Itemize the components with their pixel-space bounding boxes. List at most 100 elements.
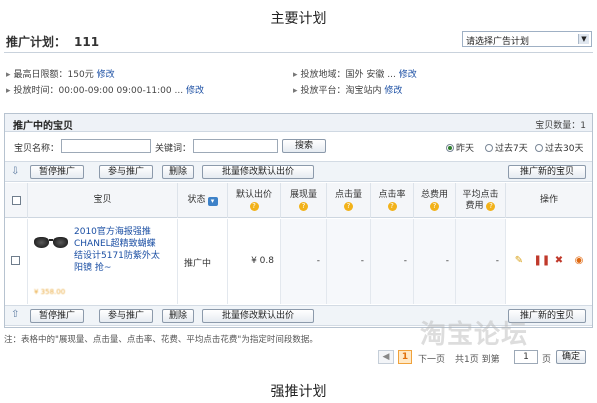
time-text: 投放时间：00:00-09:00 09:00-11:00 ... <box>13 86 184 96</box>
impressions-value: - <box>316 256 320 266</box>
bullet-icon: ▸ <box>6 86 11 96</box>
item-price: ¥ 358.00 <box>34 288 66 296</box>
pagination: ◀ 1 下一页 共1页 到第 1 页 确定 <box>378 350 590 366</box>
ctr-value: - <box>403 256 407 266</box>
sort-icon[interactable]: ▾ <box>207 197 218 206</box>
region-text: 投放地域：国外 安徽 ... <box>300 70 396 80</box>
help-icon[interactable]: ? <box>430 202 439 211</box>
bid-value[interactable]: ¥ 0.8 <box>228 256 274 266</box>
total-pages-text: 共1页 到第 <box>455 355 500 365</box>
header-ctr-label: 点击率 <box>378 190 406 200</box>
range-label: 过去30天 <box>545 144 584 154</box>
help-icon[interactable]: ? <box>299 202 308 211</box>
plan-select-value: 请选择广告计划 <box>466 37 530 47</box>
action-bar-top: ⇩ 暂停推广 参与推广 删除 批量修改默认出价 推广新的宝贝 <box>5 161 592 182</box>
range-yesterday[interactable]: 昨天 <box>446 141 474 154</box>
panel-title: 推广中的宝贝 <box>13 121 73 132</box>
daily-limit-info: ▸ 最高日限额：150元 修改 <box>6 67 115 80</box>
time-edit-link[interactable]: 修改 <box>186 86 204 96</box>
search-row: 宝贝名称： 关键词： 搜索 昨天 过去7天 过去30天 <box>5 135 592 160</box>
range-7days[interactable]: 过去7天 <box>485 141 528 154</box>
platform-edit-link[interactable]: 修改 <box>384 86 402 96</box>
daily-limit-edit-link[interactable]: 修改 <box>97 70 115 80</box>
keyword-input[interactable] <box>193 139 278 153</box>
pause-icon[interactable]: ❚❚ <box>534 255 551 266</box>
radio-selected-icon <box>446 144 454 152</box>
item-thumbnail[interactable] <box>32 227 70 265</box>
status-cell: 推广中 <box>177 219 227 304</box>
plan-select[interactable]: 请选择广告计划 ▼ <box>462 31 592 47</box>
delete-button[interactable]: 删除 <box>162 309 194 323</box>
region-edit-link[interactable]: 修改 <box>399 70 417 80</box>
panel-title-bar: 推广中的宝贝 宝贝数量：1 <box>5 114 592 132</box>
select-all-cell <box>5 183 27 218</box>
header-item-label: 宝贝 <box>93 195 112 205</box>
row-checkbox[interactable] <box>11 256 20 265</box>
cost-value: - <box>445 256 449 266</box>
pause-button[interactable]: 暂停推广 <box>30 165 84 179</box>
daily-limit-text: 最高日限额：150元 <box>13 70 94 80</box>
chevron-down-icon[interactable]: ▼ <box>578 34 589 44</box>
edit-keywords-icon[interactable]: ✎ <box>514 255 525 266</box>
delete-icon[interactable]: ✖ <box>554 255 565 266</box>
next-page-link[interactable]: 下一页 <box>418 352 445 365</box>
help-icon[interactable]: ? <box>249 202 259 211</box>
avg-cpc-value: - <box>495 256 499 266</box>
bullet-icon: ▸ <box>293 86 298 96</box>
radio-icon <box>535 144 543 152</box>
header-avg-cpc: 平均点击 费用 ? <box>455 183 505 218</box>
help-icon[interactable]: ? <box>486 201 496 211</box>
header-status[interactable]: 状态 ▾ <box>177 183 227 218</box>
current-page: 1 <box>398 350 412 364</box>
radio-icon <box>485 144 493 152</box>
select-all-checkbox[interactable] <box>11 196 21 205</box>
confirm-button[interactable]: 确定 <box>556 350 586 364</box>
header-operations-label: 操作 <box>539 195 558 205</box>
watermark-logo: 淘宝论坛 <box>420 320 529 350</box>
join-button[interactable]: 参与推广 <box>99 309 153 323</box>
help-icon[interactable]: ? <box>344 202 353 211</box>
clicks-value: - <box>360 256 364 266</box>
help-icon[interactable]: ? <box>387 202 397 211</box>
join-button[interactable]: 参与推广 <box>99 165 153 179</box>
delete-button[interactable]: 删除 <box>162 165 194 179</box>
item-title-link[interactable]: 2010官方海报强推CHANEL超精致蝴蝶结设计5171防紫外太阳镜 抢~ <box>74 226 164 274</box>
header-bid: 默认出价? <box>227 183 280 218</box>
goto-page-input[interactable]: 1 <box>514 350 538 364</box>
header-impressions: 展现量? <box>280 183 326 218</box>
header-clicks: 点击量? <box>326 183 370 218</box>
clicks-cell: - <box>326 219 370 304</box>
header-clicks-label: 点击量 <box>334 190 362 200</box>
range-30days[interactable]: 过去30天 <box>535 141 583 154</box>
cost-cell: - <box>413 219 455 304</box>
header-item: 宝贝 <box>27 183 177 218</box>
operations-cell: ✎ ❚❚ ✖ ◉ <box>505 219 592 304</box>
batch-bid-button[interactable]: 批量修改默认出价 <box>202 165 314 179</box>
table-header: 宝贝 状态 ▾ 默认出价? 展现量? 点击量? 点击率? 总费用? 平均点击 费用 … <box>5 183 592 218</box>
batch-bid-button[interactable]: 批量修改默认出价 <box>202 309 314 323</box>
header-operations: 操作 <box>505 183 592 218</box>
keyword-label: 关键词： <box>155 144 192 154</box>
bottom-caption: 强推计划 <box>270 384 327 400</box>
sunglasses-lens-icon <box>34 237 49 248</box>
ctr-cell: - <box>370 219 413 304</box>
search-button[interactable]: 搜索 <box>282 139 326 153</box>
page-suffix: 页 <box>542 355 552 365</box>
select-arrow-icon: ⇩ <box>11 166 20 177</box>
item-count: 宝贝数量：1 <box>535 121 586 131</box>
pause-button[interactable]: 暂停推广 <box>30 309 84 323</box>
bullet-icon: ▸ <box>6 70 11 80</box>
status-value: 推广中 <box>184 259 212 269</box>
table-note: 注：表格中的"展现量、点击量、点击率、花费、平均点击花费"为指定时间段数据。 <box>4 335 318 345</box>
divider <box>4 52 593 53</box>
avg-cpc-cell: - <box>455 219 505 304</box>
promote-new-button[interactable]: 推广新的宝贝 <box>508 165 586 179</box>
plan-number: 111 <box>74 35 100 49</box>
item-name-label: 宝贝名称： <box>14 144 60 154</box>
report-icon[interactable]: ◉ <box>574 255 585 266</box>
bid-cell: ¥ 0.8 <box>227 219 280 304</box>
header-bid-label: 默认出价 <box>235 190 272 200</box>
prev-page-button[interactable]: ◀ <box>378 350 394 364</box>
header-avg-cpc-label-2: 费用 <box>465 200 484 211</box>
item-name-input[interactable] <box>61 139 151 153</box>
